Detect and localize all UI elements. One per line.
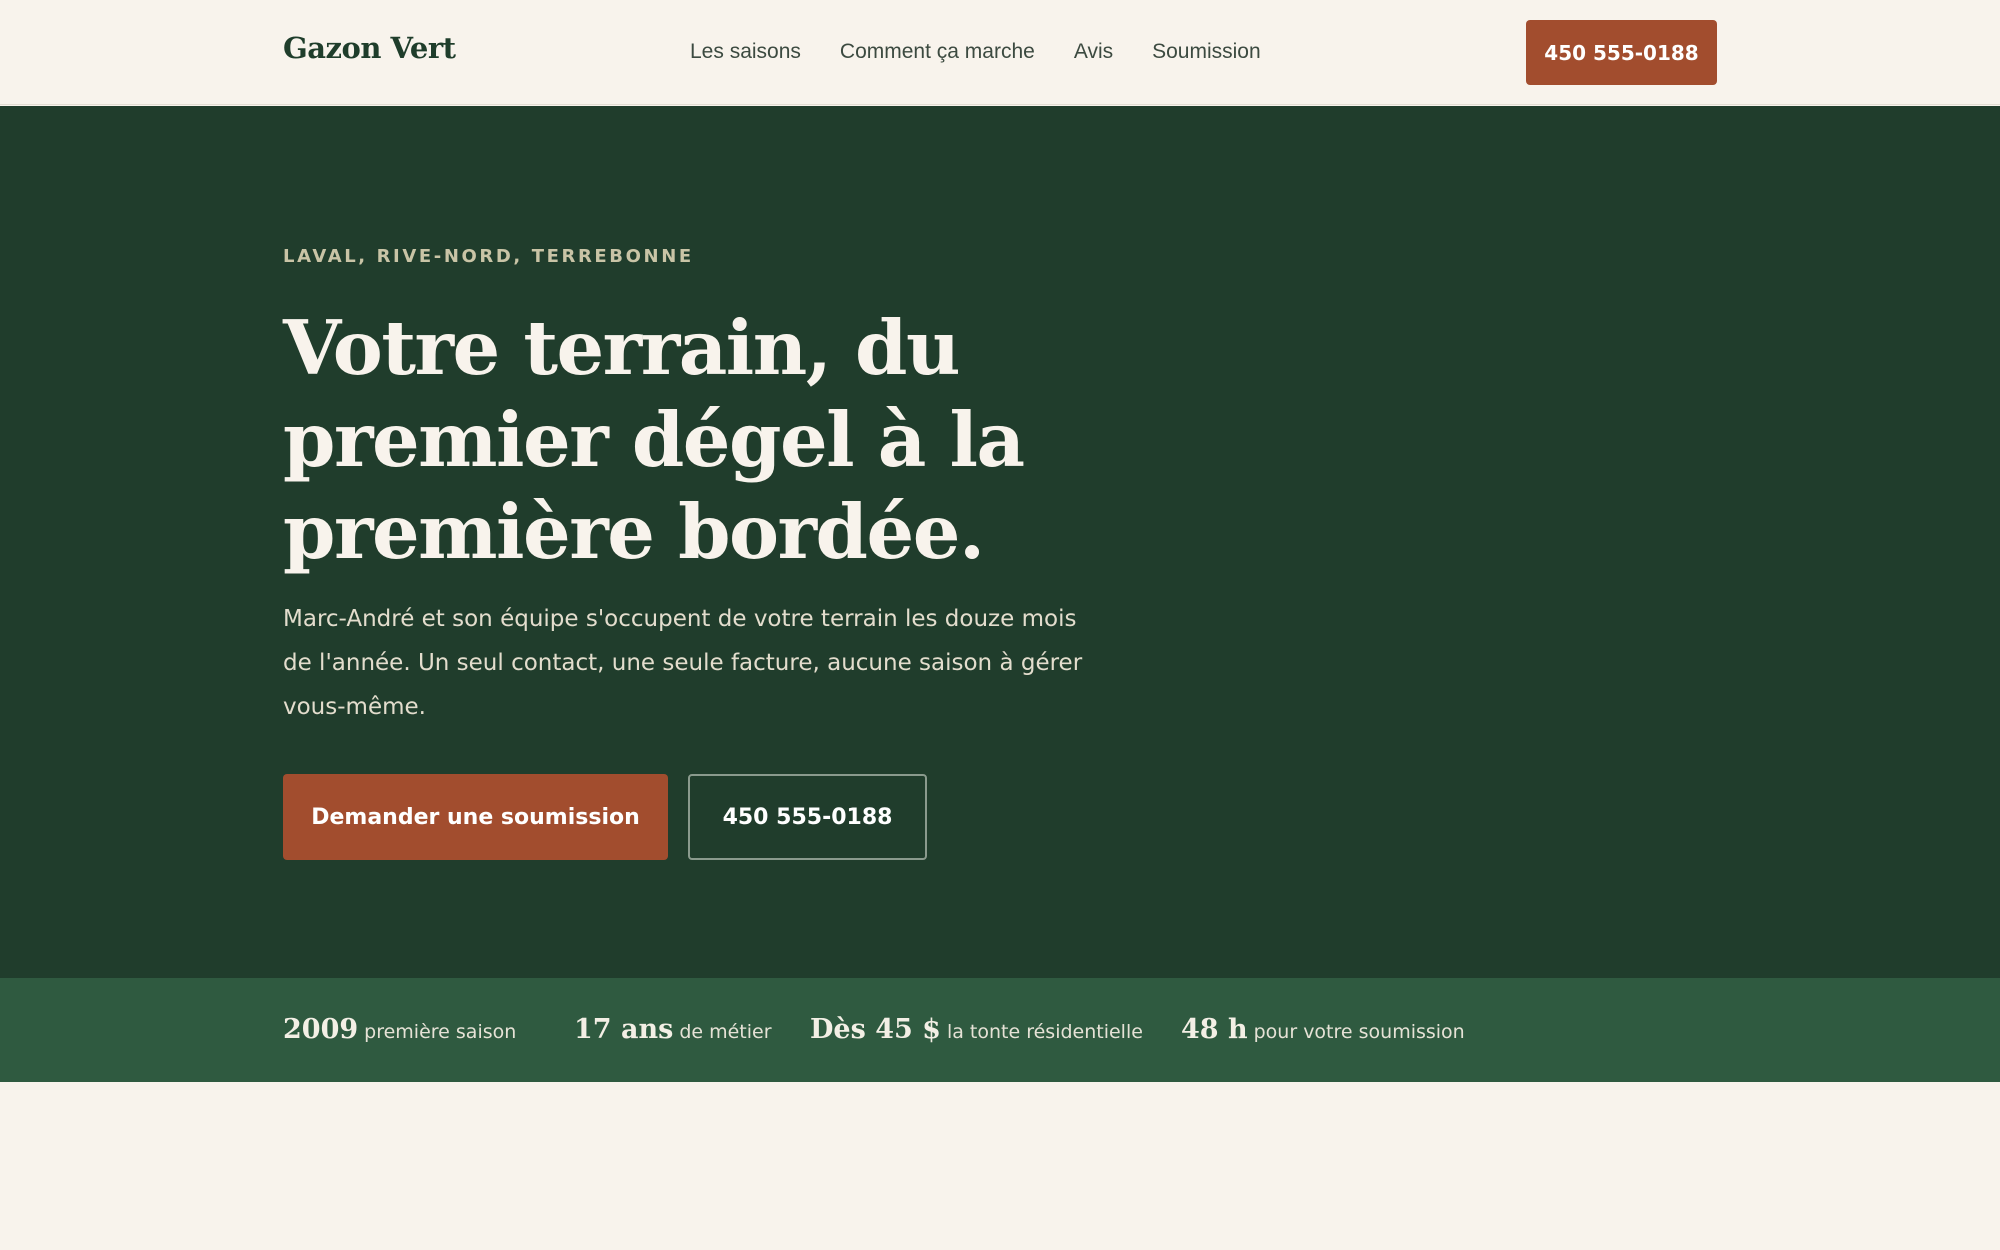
stat-label: la tonte résidentielle — [946, 1021, 1143, 1043]
hero-description: Marc-André et son équipe s'occupent de v… — [283, 606, 1083, 720]
stat-value: 2009 — [283, 1014, 359, 1045]
nav-link-comment-ca-marche[interactable]: Comment ça marche — [840, 40, 1035, 64]
stat-first-season: 2009 première saison — [283, 1014, 516, 1045]
call-phone-button[interactable]: 450 555-0188 — [688, 774, 927, 860]
stat-label: de métier — [679, 1021, 772, 1043]
request-quote-button[interactable]: Demander une soumission — [283, 774, 668, 860]
hero-eyebrow: LAVAL, RIVE-NORD, TERREBONNE — [283, 246, 694, 267]
nav-link-saisons[interactable]: Les saisons — [690, 40, 801, 64]
nav-link-soumission[interactable]: Soumission — [1152, 40, 1261, 64]
stat-value: 48 h — [1181, 1014, 1248, 1045]
hero-section: LAVAL, RIVE-NORD, TERREBONNE Votre terra… — [0, 106, 2000, 978]
main-nav: Les saisons Comment ça marche Avis Soumi… — [690, 40, 1261, 64]
stat-years: 17 ans de métier — [574, 1014, 772, 1045]
hero-headline: Votre terrain, du premier dégel à la pre… — [283, 304, 1025, 576]
stat-price: Dès 45 $ la tonte résidentielle — [810, 1014, 1143, 1045]
stat-value: 17 ans — [574, 1014, 674, 1045]
stat-label: première saison — [364, 1021, 517, 1043]
site-header: Gazon Vert Les saisons Comment ça marche… — [0, 0, 2000, 105]
header-phone-button[interactable]: 450 555-0188 — [1526, 20, 1717, 85]
stat-value: Dès 45 $ — [810, 1014, 941, 1045]
brand-logo[interactable]: Gazon Vert — [283, 31, 456, 65]
stat-label: pour votre soumission — [1253, 1021, 1465, 1043]
nav-link-avis[interactable]: Avis — [1074, 40, 1113, 64]
stat-quote-time: 48 h pour votre soumission — [1181, 1014, 1465, 1045]
stats-band: 2009 première saison 17 ans de métier Dè… — [0, 978, 2000, 1082]
